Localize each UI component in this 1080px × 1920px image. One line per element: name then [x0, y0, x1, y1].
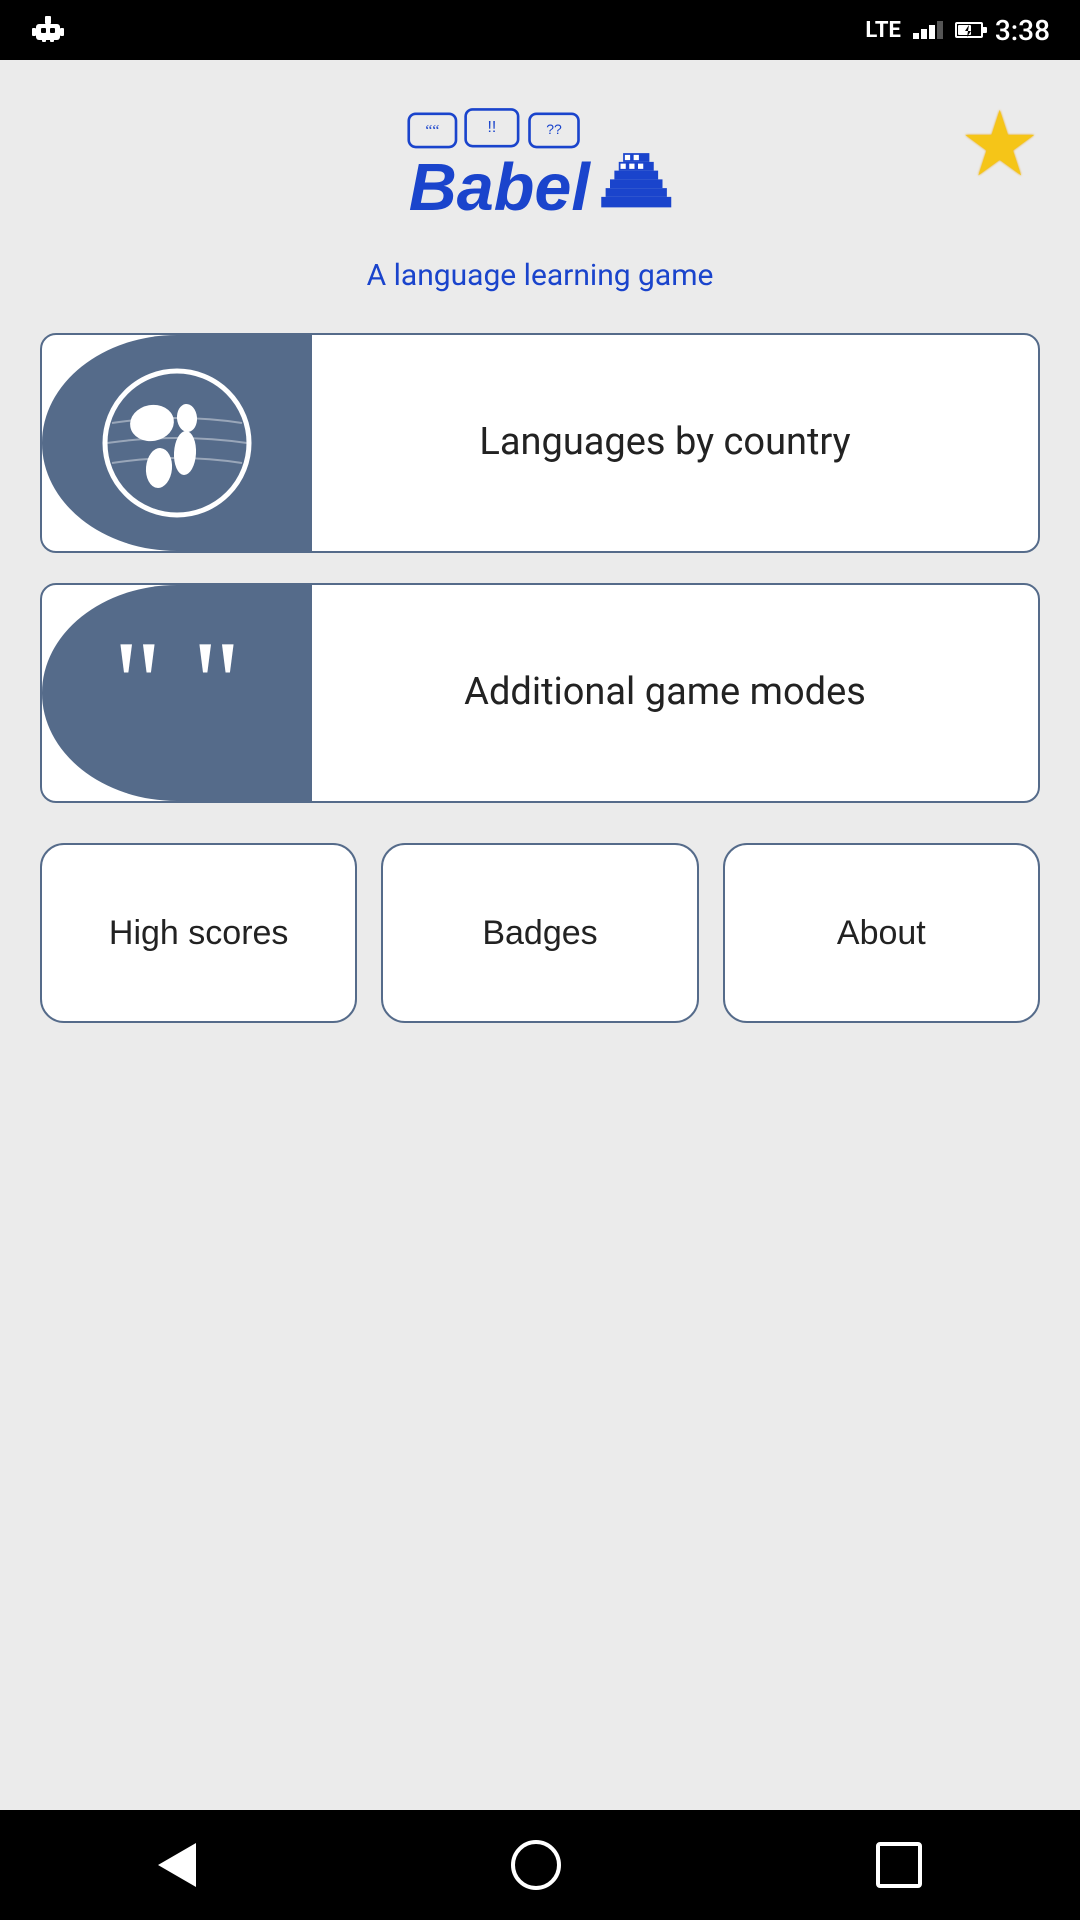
navigation-bar [0, 1810, 1080, 1920]
svg-text:??: ?? [546, 121, 562, 137]
badges-label: Badges [482, 914, 597, 953]
status-time: 3:38 [995, 14, 1050, 47]
recents-button[interactable] [876, 1842, 922, 1888]
signal-icon [913, 21, 943, 39]
star-icon: ★ [959, 95, 1040, 195]
game-modes-button-label: Additional game modes [464, 666, 866, 719]
home-icon [511, 1840, 561, 1890]
home-button[interactable] [511, 1840, 561, 1890]
svg-text:““: ““ [425, 123, 439, 140]
svg-text:Babel: Babel [409, 151, 592, 225]
back-button[interactable] [158, 1843, 196, 1887]
notification-icon [30, 12, 66, 48]
app-subtitle: A language learning game [367, 258, 714, 293]
globe-icon-container [42, 335, 312, 551]
languages-button-text: Languages by country [292, 335, 1038, 551]
about-button[interactable]: About [723, 843, 1040, 1023]
globe-icon [97, 363, 257, 523]
about-label: About [837, 914, 926, 953]
high-scores-button[interactable]: High scores [40, 843, 357, 1023]
battery-icon [955, 22, 983, 38]
svg-text:!!: !! [487, 119, 496, 136]
quote-icon-container: " " [42, 585, 312, 801]
logo-area: ““ !! ?? Babel [367, 100, 714, 293]
languages-button-label: Languages by country [479, 416, 850, 469]
languages-by-country-button[interactable]: Languages by country [40, 333, 1040, 553]
recents-icon [876, 1842, 922, 1888]
status-bar: LTE 3:38 [0, 0, 1080, 60]
bottom-buttons-row: High scores Badges About [40, 843, 1040, 1023]
status-bar-right: LTE 3:38 [865, 14, 1050, 47]
additional-game-modes-button[interactable]: " " Additional game modes [40, 583, 1040, 803]
app-logo: ““ !! ?? Babel [400, 100, 680, 250]
badges-button[interactable]: Badges [381, 843, 698, 1023]
back-icon [158, 1843, 196, 1887]
app-header: ““ !! ?? Babel [40, 100, 1040, 293]
high-scores-label: High scores [109, 914, 289, 953]
lte-label: LTE [865, 18, 900, 43]
game-modes-button-text: Additional game modes [292, 585, 1038, 801]
quotation-marks-icon: " " [113, 623, 241, 743]
status-bar-left [30, 12, 66, 48]
favorites-button[interactable]: ★ [959, 100, 1040, 190]
main-content: ““ !! ?? Babel [0, 60, 1080, 1810]
